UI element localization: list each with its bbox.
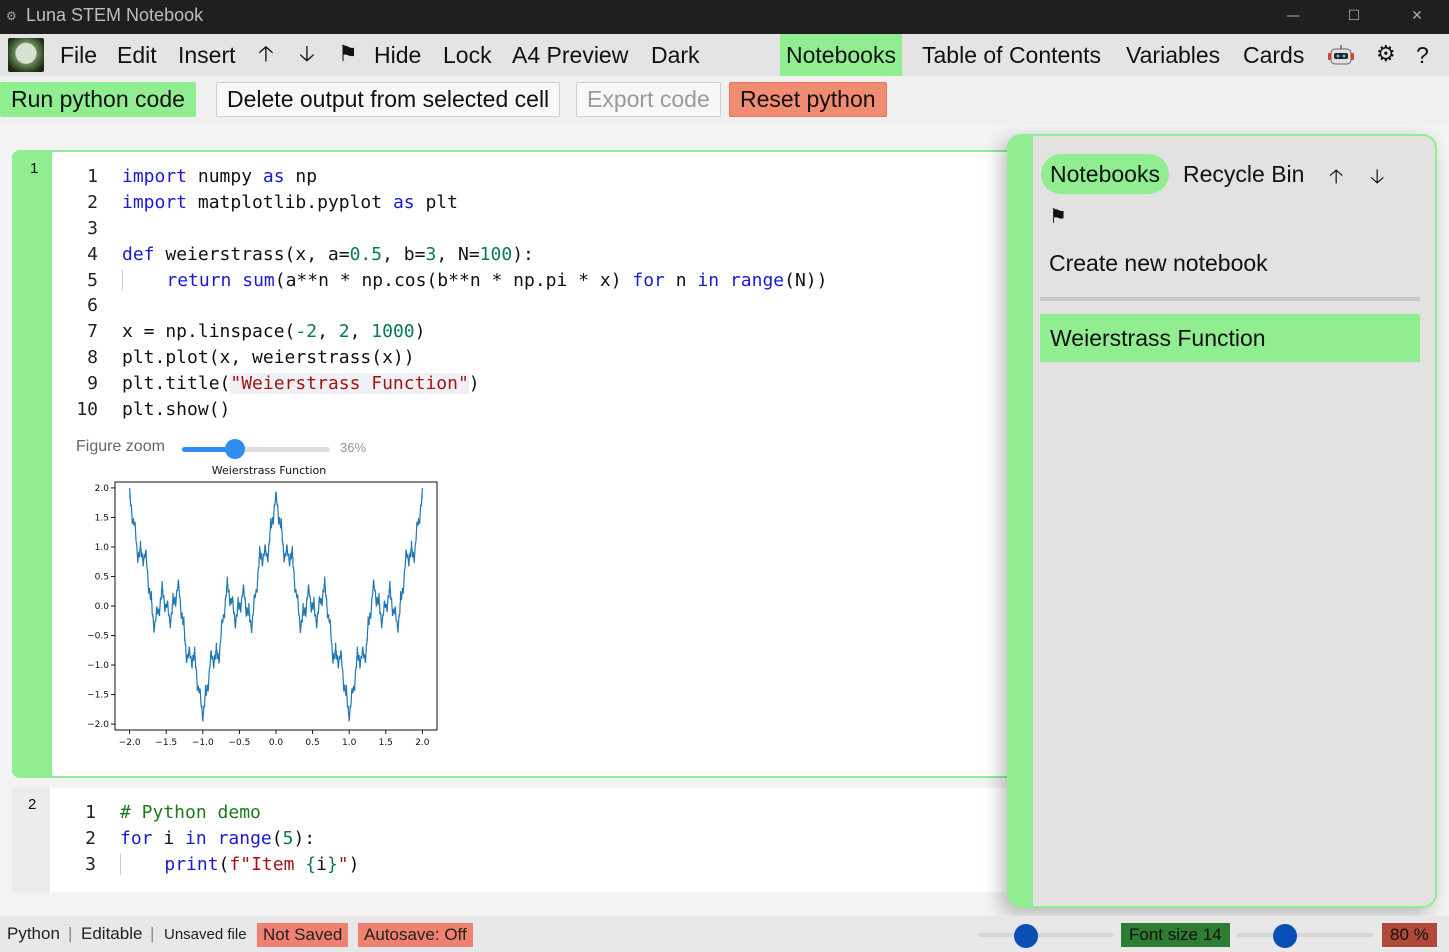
notebooks-panel-body: Notebooks Recycle Bin 🡡 🡣 ⚑ Create new n… bbox=[1033, 136, 1435, 906]
separator: | bbox=[68, 924, 73, 943]
figure-zoom-value: 36% bbox=[340, 440, 367, 455]
run-python-button[interactable]: Run python code bbox=[0, 82, 196, 117]
figure-zoom-label: Figure zoom bbox=[76, 438, 165, 455]
menu-edit[interactable]: Edit bbox=[111, 34, 163, 76]
y-tick-label: 1.0 bbox=[95, 543, 110, 553]
menu-lock[interactable]: Lock bbox=[437, 34, 498, 76]
app-icon: ⚙ bbox=[6, 9, 17, 23]
y-tick-label: −2.0 bbox=[87, 720, 109, 730]
settings-icon[interactable]: ⚙ bbox=[1376, 34, 1396, 76]
tab-notebooks[interactable]: Notebooks bbox=[1041, 154, 1169, 194]
save-status-badge[interactable]: Not Saved bbox=[257, 923, 349, 947]
delete-output-button[interactable]: Delete output from selected cell bbox=[216, 82, 561, 117]
y-tick-label: −1.0 bbox=[87, 661, 109, 671]
menu-dark[interactable]: Dark bbox=[645, 34, 706, 76]
menu-file[interactable]: File bbox=[54, 34, 103, 76]
x-tick-label: −1.5 bbox=[155, 738, 177, 748]
x-tick-label: −0.5 bbox=[228, 738, 250, 748]
y-tick-label: −0.5 bbox=[87, 632, 109, 642]
y-tick-label: 0.0 bbox=[95, 602, 110, 612]
language-indicator: Python bbox=[7, 924, 60, 943]
export-code-button[interactable]: Export code bbox=[576, 82, 721, 117]
help-button[interactable]: ? bbox=[1410, 34, 1435, 76]
x-tick-label: 2.0 bbox=[415, 738, 430, 748]
move-down-icon[interactable]: 🡣 bbox=[299, 34, 315, 76]
chart-title: Weierstrass Function bbox=[212, 464, 326, 477]
zoom-slider[interactable] bbox=[1237, 924, 1373, 948]
cell-number: 1 bbox=[30, 160, 39, 177]
status-bar: Python | Editable | Unsaved file Not Sav… bbox=[0, 916, 1449, 952]
move-up-icon[interactable]: 🡡 bbox=[1329, 162, 1343, 196]
y-tick-label: −1.5 bbox=[87, 691, 109, 701]
close-button[interactable]: ✕ bbox=[1397, 3, 1437, 29]
x-tick-label: 1.0 bbox=[342, 738, 357, 748]
x-tick-label: −2.0 bbox=[119, 738, 141, 748]
title-bar: ⚙ Luna STEM Notebook — ☐ ✕ bbox=[0, 0, 1449, 34]
move-up-icon[interactable]: 🡡 bbox=[258, 34, 274, 76]
maximize-button[interactable]: ☐ bbox=[1334, 3, 1374, 29]
ai-assistant-icon[interactable] bbox=[1328, 44, 1354, 68]
separator: | bbox=[150, 924, 155, 943]
autosave-badge[interactable]: Autosave: Off bbox=[358, 923, 473, 947]
y-tick-label: 0.5 bbox=[95, 572, 109, 582]
zoom-handle[interactable] bbox=[1272, 924, 1297, 948]
menu-hide[interactable]: Hide bbox=[368, 34, 427, 76]
move-down-icon[interactable]: 🡣 bbox=[1370, 162, 1384, 196]
menu-variables[interactable]: Variables bbox=[1120, 34, 1226, 76]
file-indicator: Unsaved file bbox=[164, 926, 247, 943]
tab-recycle-bin[interactable]: Recycle Bin bbox=[1174, 154, 1313, 194]
flag-icon[interactable]: ⚑ bbox=[1049, 204, 1067, 228]
menu-a4-preview[interactable]: A4 Preview bbox=[506, 34, 634, 76]
y-tick-label: 1.5 bbox=[95, 513, 109, 523]
font-size-slider[interactable] bbox=[978, 924, 1114, 948]
notebooks-panel: Notebooks Recycle Bin 🡡 🡣 ⚑ Create new n… bbox=[1007, 134, 1437, 908]
cell-gutter[interactable] bbox=[14, 152, 52, 776]
divider bbox=[1040, 297, 1420, 301]
figure-zoom-handle[interactable] bbox=[225, 439, 246, 459]
notebook-list-item[interactable]: Weierstrass Function bbox=[1040, 314, 1420, 362]
menu-table-of-contents[interactable]: Table of Contents bbox=[916, 34, 1107, 76]
menu-insert[interactable]: Insert bbox=[172, 34, 242, 76]
x-tick-label: 0.5 bbox=[305, 738, 319, 748]
menu-bar: File Edit Insert 🡡 🡣 ⚑ Hide Lock A4 Prev… bbox=[0, 34, 1449, 76]
menu-cards[interactable]: Cards bbox=[1237, 34, 1310, 76]
y-tick-label: 2.0 bbox=[95, 484, 110, 494]
window-title: Luna STEM Notebook bbox=[26, 5, 204, 25]
flag-icon[interactable]: ⚑ bbox=[338, 34, 358, 76]
weierstrass-chart: Weierstrass Function −2.0 −1.5 −1.0 −0.5 0.0… bbox=[87, 464, 438, 748]
reset-python-button[interactable]: Reset python bbox=[729, 82, 887, 117]
x-tick-label: −1.0 bbox=[192, 738, 214, 748]
figure-zoom-slider[interactable] bbox=[182, 439, 330, 459]
zoom-badge: 80 % bbox=[1382, 923, 1437, 947]
minimize-button[interactable]: — bbox=[1273, 3, 1313, 29]
x-tick-label: 0.0 bbox=[269, 738, 284, 748]
menu-notebooks[interactable]: Notebooks bbox=[780, 34, 902, 76]
plot-frame bbox=[114, 481, 438, 731]
font-size-handle[interactable] bbox=[1013, 924, 1038, 948]
toolbar: Run python code Delete output from selec… bbox=[0, 76, 1449, 124]
create-notebook-link[interactable]: Create new notebook bbox=[1049, 250, 1268, 277]
code-cell[interactable]: 2 1 # Python demo 2 for i in range(5): 3 p… bbox=[12, 788, 1022, 892]
code-cell[interactable]: 1 1 import numpy as np 2 import matplotlib… bbox=[12, 150, 1022, 778]
cell-number: 2 bbox=[28, 796, 37, 813]
moon-logo-icon[interactable] bbox=[8, 38, 44, 72]
mode-indicator: Editable bbox=[81, 924, 143, 943]
font-size-badge: Font size 14 bbox=[1121, 923, 1230, 947]
x-tick-label: 1.5 bbox=[379, 738, 393, 748]
